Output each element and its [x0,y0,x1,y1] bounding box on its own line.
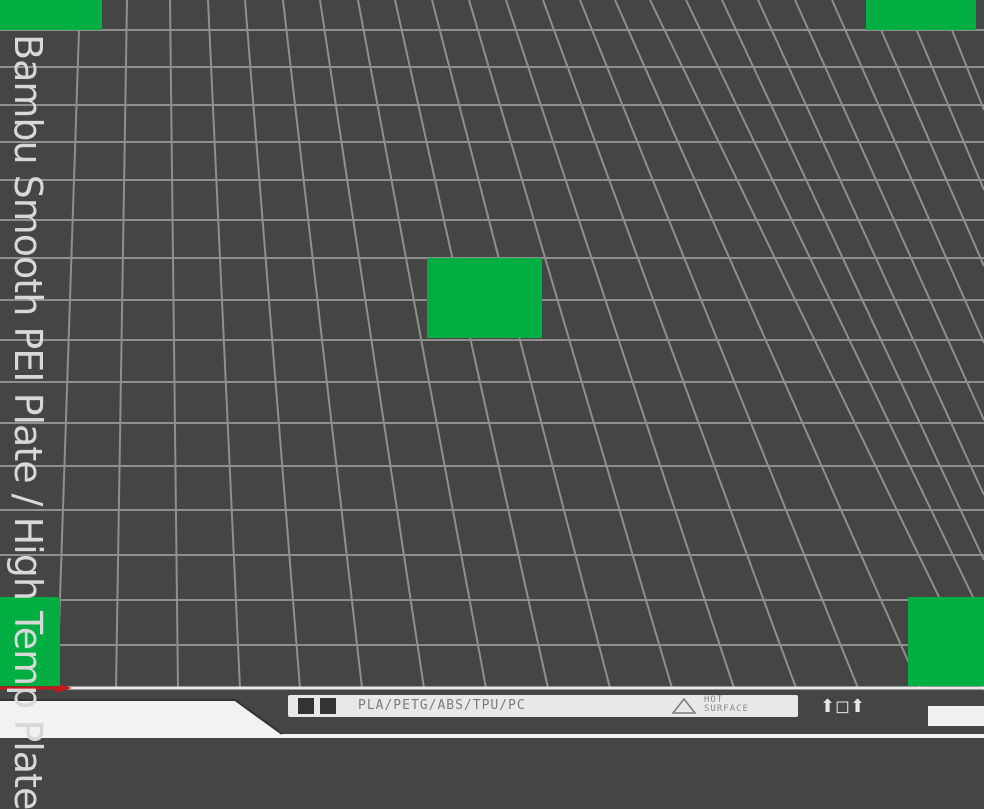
plate-icon-variant [320,698,336,714]
object-top-right[interactable] [866,0,976,30]
object-top-left[interactable] [0,0,102,30]
hot-surface-warning: HOT SURFACE [704,696,794,714]
plate-label: Bambu Smooth PEI Plate / High Temp Plate [6,34,50,809]
print-bed [0,0,984,738]
warning-triangle-icon [672,698,696,714]
object-bottom-right[interactable] [908,597,984,686]
surface-label: SURFACE [704,704,749,714]
plate-orientation-icons: ⬆◻⬆ [820,696,866,717]
plate-icon [298,698,314,714]
material-list: PLA/PETG/ABS/TPU/PC [358,698,526,713]
plate-corner-tab [928,706,984,726]
object-center[interactable] [427,258,542,338]
plate-legend: PLA/PETG/ABS/TPU/PC HOT SURFACE [288,695,798,717]
3d-viewport[interactable] [0,0,984,738]
